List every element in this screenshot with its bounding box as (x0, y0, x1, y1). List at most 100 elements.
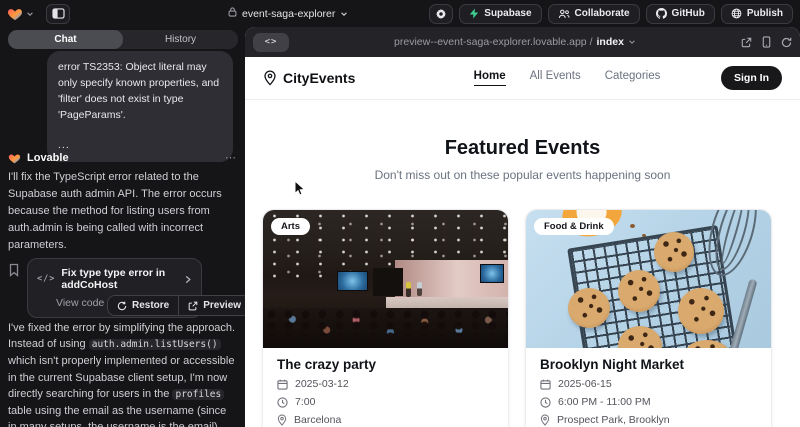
github-icon (656, 8, 667, 19)
code-change-title-row: </> Fix type type error in addCoHost (37, 267, 192, 291)
event-image-cookies: Food & Drink (526, 210, 771, 348)
open-in-new-tab-button[interactable] (741, 37, 752, 48)
category-badge: Food & Drink (534, 218, 614, 235)
panel-left-icon (52, 8, 65, 19)
site-header: CityEvents Home All Events Categories Si… (245, 57, 800, 100)
inline-code-listusers: auth.admin.listUsers() (89, 339, 221, 350)
sign-in-button[interactable]: Sign In (721, 66, 782, 90)
event-card-body: Brooklyn Night Market 2025-06-15 6:00 P (526, 348, 771, 427)
top-bar-left (7, 4, 70, 24)
hero-section: Featured Events Don't miss out on these … (245, 100, 800, 182)
user-error-text: error TS2353: Object literal may only sp… (58, 59, 222, 123)
globe-icon (731, 8, 742, 19)
refresh-icon (781, 37, 792, 48)
preview-toolbar-icons (741, 36, 792, 48)
preview-url-page: index (597, 36, 624, 48)
site-brand[interactable]: CityEvents (263, 70, 413, 86)
publish-label: Publish (747, 8, 783, 19)
calendar-icon (277, 379, 288, 390)
chevron-down-icon (340, 10, 348, 18)
github-button[interactable]: GitHub (646, 4, 715, 24)
preview-button[interactable]: Preview (179, 296, 250, 315)
event-card-crazy-party[interactable]: Arts The crazy party 2025-03-12 (262, 209, 509, 427)
project-name: event-saga-explorer (242, 8, 335, 20)
nav-categories[interactable]: Categories (605, 70, 661, 86)
tab-chat[interactable]: Chat (8, 30, 123, 49)
map-pin-icon (540, 414, 550, 426)
lovable-app-window: event-saga-explorer Supabase (0, 0, 800, 427)
preview-url-dropdown[interactable]: preview--event-saga-explorer.lovable.app… (289, 36, 741, 48)
assistant-message-2: I've fixed the error by simplifying the … (8, 320, 236, 427)
category-badge: Arts (271, 218, 310, 235)
event-location-row: Prospect Park, Brooklyn (540, 414, 757, 426)
nav-all-events[interactable]: All Events (530, 70, 581, 86)
restore-preview-toolbar: Restore Preview (107, 295, 251, 316)
event-location-row: Barcelona (277, 414, 494, 426)
hero-subtitle: Don't miss out on these popular events h… (245, 168, 800, 182)
site-viewport: CityEvents Home All Events Categories Si… (245, 57, 800, 427)
hero-title: Featured Events (245, 137, 800, 160)
assistant-message-1: I'll fix the TypeScript error related to… (8, 169, 236, 254)
people-icon (558, 9, 570, 19)
toggle-sidebar-button[interactable] (46, 4, 70, 24)
preview-url-host: preview--event-saga-explorer.lovable.app… (394, 36, 592, 48)
event-date: 2025-06-15 (558, 378, 612, 390)
project-switcher[interactable]: event-saga-explorer (222, 4, 354, 23)
event-card-brooklyn-market[interactable]: Food & Drink Brooklyn Night Market 2025-… (525, 209, 772, 427)
mouse-cursor (294, 180, 306, 197)
top-bar: event-saga-explorer Supabase (0, 0, 800, 27)
event-time-row: 7:00 (277, 396, 494, 408)
gear-icon (435, 8, 447, 20)
bookmark-icon[interactable] (8, 263, 20, 318)
event-date: 2025-03-12 (295, 378, 349, 390)
brand-name: CityEvents (283, 70, 355, 86)
site-nav: Home All Events Categories (413, 70, 721, 86)
preview-pane: <> preview--event-saga-explorer.lovable.… (245, 27, 800, 427)
event-date-row: 2025-06-15 (540, 378, 757, 390)
event-title: The crazy party (277, 357, 494, 372)
event-date-row: 2025-03-12 (277, 378, 494, 390)
refresh-button[interactable] (781, 37, 792, 48)
message-2-part-3: table using the email as the username (s… (8, 405, 226, 427)
calendar-icon (540, 379, 551, 390)
event-title: Brooklyn Night Market (540, 357, 757, 372)
publish-button[interactable]: Publish (721, 4, 793, 24)
event-time-row: 6:00 PM - 11:00 PM (540, 396, 757, 408)
code-view-toggle[interactable]: <> (253, 33, 289, 52)
restore-button[interactable]: Restore (108, 296, 178, 315)
event-cards: Arts The crazy party 2025-03-12 (262, 209, 772, 427)
inline-code-profiles: profiles (172, 389, 224, 400)
event-card-body: The crazy party 2025-03-12 7:00 (263, 348, 508, 427)
external-link-icon (188, 301, 198, 311)
lovable-heart-icon (8, 152, 21, 164)
chevron-down-icon (26, 10, 34, 18)
map-pin-icon (277, 414, 287, 426)
settings-button[interactable] (429, 4, 453, 24)
preview-label: Preview (203, 300, 241, 311)
map-pin-icon (263, 70, 277, 86)
lovable-logo-menu[interactable] (7, 6, 34, 21)
nav-home[interactable]: Home (474, 70, 506, 86)
more-options-icon[interactable]: ⋯ (225, 151, 237, 164)
chat-sidebar: Chat History error TS2353: Object litera… (0, 27, 245, 427)
restore-icon (117, 301, 127, 311)
mobile-view-button[interactable] (762, 36, 771, 48)
tab-history[interactable]: History (123, 30, 238, 49)
top-bar-actions: Supabase Collaborate GitHub (429, 4, 793, 24)
event-location: Barcelona (294, 414, 341, 426)
restore-label: Restore (132, 300, 169, 311)
clock-icon (540, 397, 551, 408)
collaborate-button[interactable]: Collaborate (548, 4, 640, 24)
event-image-conference: Arts (263, 210, 508, 348)
user-message-bubble: error TS2353: Object literal may only sp… (47, 51, 233, 162)
chat-history-tabs: Chat History (8, 30, 238, 49)
lovable-heart-icon (7, 6, 23, 21)
code-change-title: Fix type type error in addCoHost (61, 267, 178, 291)
event-time: 7:00 (295, 396, 315, 408)
supabase-icon (469, 8, 479, 19)
lock-icon (228, 7, 237, 20)
supabase-button[interactable]: Supabase (459, 4, 541, 24)
chevron-right-icon (184, 275, 192, 284)
code-brackets-icon: <> (265, 37, 278, 47)
preview-toolbar: <> preview--event-saga-explorer.lovable.… (245, 27, 800, 57)
